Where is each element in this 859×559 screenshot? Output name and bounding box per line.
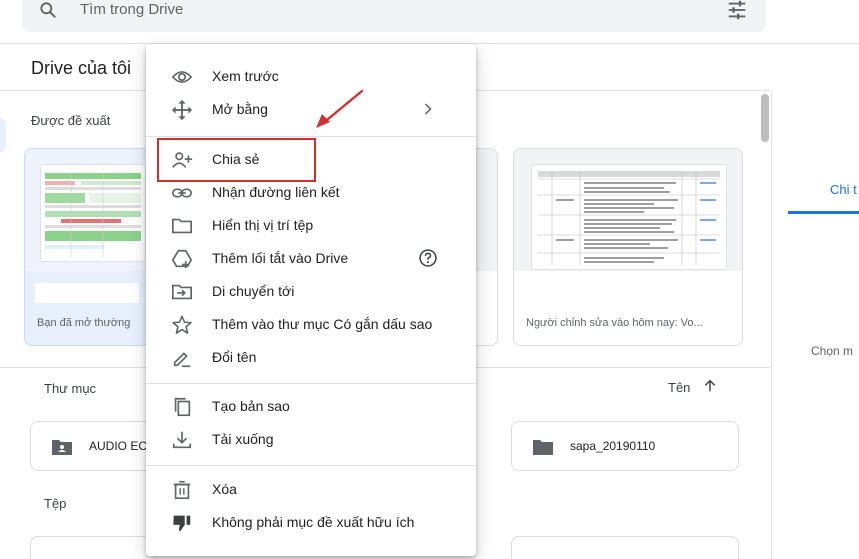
- details-panel-divider: [771, 91, 772, 559]
- trash-icon: [171, 479, 193, 501]
- rename-icon: [171, 347, 193, 369]
- folder-icon: [532, 438, 554, 461]
- suggested-card[interactable]: Bạn đã mở thường: [24, 148, 150, 346]
- folder-item[interactable]: AUDIO EC: [30, 421, 156, 471]
- folder-name: sapa_20190110: [570, 439, 656, 453]
- details-hint: Chọn m: [811, 344, 854, 358]
- tab-active-indicator: [788, 211, 859, 214]
- menu-item-make-copy[interactable]: Tạo bản sao: [146, 390, 476, 423]
- menu-item-move-to[interactable]: Di chuyển tới: [146, 275, 476, 308]
- tune-icon[interactable]: [726, 0, 748, 26]
- menu-item-label: Xóa: [212, 481, 237, 497]
- document-thumbnail-icon: [532, 165, 726, 269]
- scrollbar-thumb[interactable]: [761, 94, 769, 142]
- menu-item-add-starred[interactable]: Thêm vào thư mục Có gắn dấu sao: [146, 308, 476, 341]
- card-caption: Người chỉnh sửa vào hôm nay: Vo...: [526, 317, 703, 329]
- menu-item-download[interactable]: Tải xuống: [146, 423, 476, 456]
- share-highlight-box: [157, 138, 316, 182]
- tab-details[interactable]: Chi t: [830, 182, 857, 197]
- card-thumbnail: [514, 149, 742, 271]
- spreadsheet-thumbnail-icon: [41, 165, 145, 261]
- menu-item-preview[interactable]: Xem trước: [146, 60, 476, 93]
- folder-outline-icon: [171, 215, 193, 237]
- menu-item-label: Mở bằng: [212, 101, 268, 117]
- menu-item-label: Xem trước: [212, 68, 279, 84]
- menu-item-show-location[interactable]: Hiển thị vị trí tệp: [146, 209, 476, 242]
- card-thumbnail: [25, 149, 149, 271]
- menu-item-label: Nhận đường liên kết: [212, 184, 340, 200]
- menu-item-not-helpful[interactable]: Không phải mục đề xuất hữu ích: [146, 506, 476, 539]
- menu-item-label: Đổi tên: [212, 349, 257, 365]
- menu-item-rename[interactable]: Đổi tên: [146, 341, 476, 374]
- folder-item[interactable]: sapa_20190110: [511, 421, 739, 471]
- move-to-icon: [171, 281, 193, 303]
- thumb-down-icon: [171, 512, 193, 534]
- menu-item-label: Không phải mục đề xuất hữu ích: [212, 514, 415, 530]
- menu-item-label: Di chuyển tới: [212, 283, 295, 299]
- move-icon: [171, 99, 193, 121]
- card-name-placeholder: [35, 283, 139, 303]
- menu-item-label: Tải xuống: [212, 431, 274, 447]
- card-thumbnail: [476, 149, 497, 271]
- menu-divider: [146, 383, 476, 384]
- annotation-arrow-icon: [312, 86, 368, 137]
- download-icon: [171, 429, 193, 451]
- menu-item-label: Hiển thị vị trí tệp: [212, 217, 314, 233]
- suggested-card[interactable]: Người chỉnh sửa vào hôm nay: Vo...: [513, 148, 743, 346]
- search-input[interactable]: Tìm trong Drive: [80, 1, 183, 18]
- menu-divider: [146, 136, 476, 137]
- help-icon[interactable]: [418, 248, 438, 273]
- link-icon: [171, 182, 193, 204]
- card-caption: Bạn đã mở thường: [37, 317, 131, 329]
- folder-name: AUDIO EC: [89, 439, 148, 453]
- menu-item-add-shortcut[interactable]: Thêm lối tắt vào Drive: [146, 242, 476, 275]
- add-shortcut-icon: [171, 248, 193, 270]
- files-label: Tệp: [44, 496, 67, 511]
- context-menu: Xem trước Mở bằng Chia sẻ Nhận đường liê…: [146, 44, 476, 556]
- menu-item-label: Thêm vào thư mục Có gắn dấu sao: [212, 316, 433, 332]
- page-title[interactable]: Drive của tôi: [31, 58, 131, 79]
- eye-icon: [171, 66, 193, 88]
- search-icon[interactable]: [38, 0, 58, 25]
- suggested-label: Được đề xuất: [31, 113, 111, 128]
- star-icon: [171, 314, 193, 336]
- arrow-up-icon[interactable]: [702, 378, 718, 399]
- copy-icon: [171, 396, 193, 418]
- file-card[interactable]: [511, 536, 739, 559]
- chevron-right-icon: [418, 99, 438, 124]
- left-nav-edge: [0, 118, 6, 152]
- shared-folder-icon: [51, 438, 73, 461]
- menu-item-open-with[interactable]: Mở bằng: [146, 93, 476, 126]
- sort-by-name-button[interactable]: Tên: [668, 380, 690, 395]
- suggested-card[interactable]: [476, 148, 498, 346]
- menu-item-label: Thêm lối tắt vào Drive: [212, 250, 349, 266]
- menu-item-delete[interactable]: Xóa: [146, 473, 476, 506]
- menu-item-label: Tạo bản sao: [212, 398, 290, 414]
- search-bar[interactable]: Tìm trong Drive: [22, 0, 766, 32]
- folders-label: Thư mục: [44, 381, 97, 396]
- file-card[interactable]: [30, 536, 156, 559]
- menu-divider: [146, 465, 476, 466]
